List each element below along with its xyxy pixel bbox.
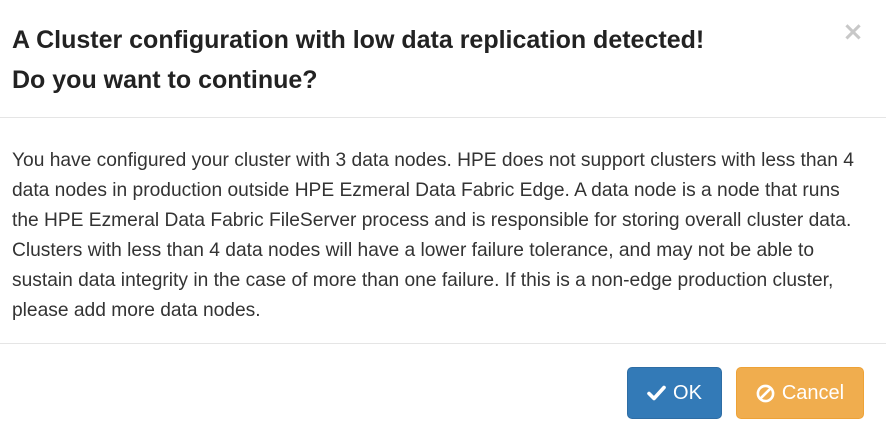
- ok-button[interactable]: OK: [627, 367, 722, 419]
- dialog-header: A Cluster configuration with low data re…: [0, 0, 886, 118]
- dialog-message: You have configured your cluster with 3 …: [12, 150, 854, 321]
- dialog-title: A Cluster configuration with low data re…: [12, 20, 826, 100]
- dialog-body: You have configured your cluster with 3 …: [0, 118, 886, 344]
- low-replication-dialog: A Cluster configuration with low data re…: [0, 0, 886, 438]
- cancel-button-label: Cancel: [781, 381, 845, 404]
- ban-icon: [756, 384, 775, 403]
- dialog-title-line-1: A Cluster configuration with low data re…: [12, 26, 705, 54]
- check-icon: [647, 385, 666, 401]
- cancel-button[interactable]: Cancel: [736, 367, 864, 419]
- ok-button-label: OK: [673, 381, 702, 404]
- dialog-footer: OK Cancel: [0, 344, 886, 437]
- dialog-title-line-2: Do you want to continue?: [12, 66, 318, 94]
- close-icon[interactable]: ×: [842, 19, 864, 45]
